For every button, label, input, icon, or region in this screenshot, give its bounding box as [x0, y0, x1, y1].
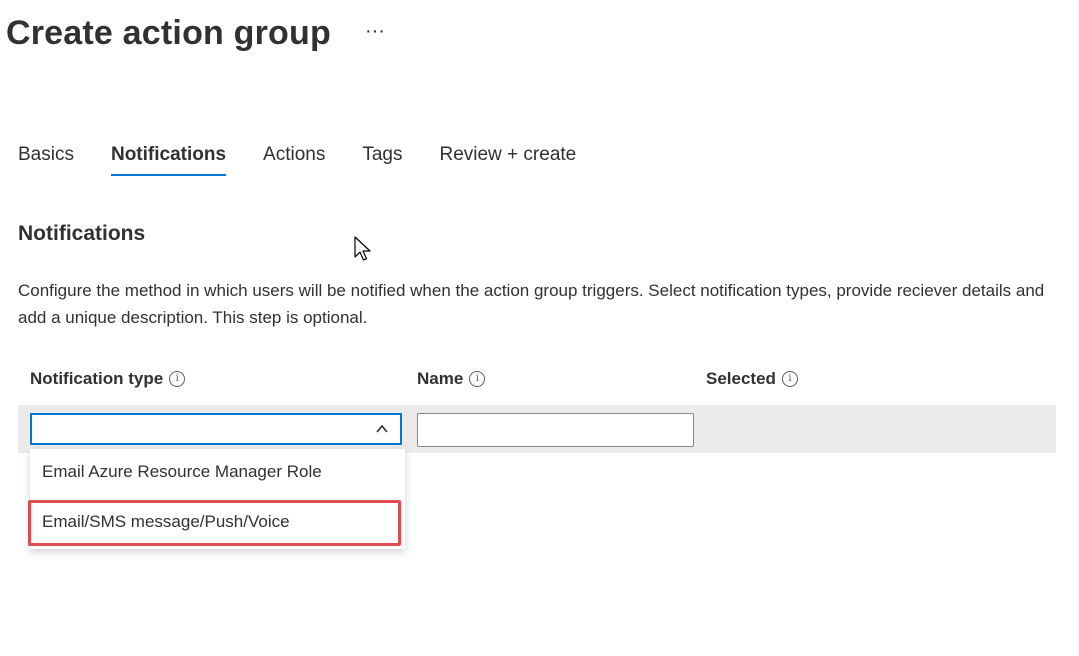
- column-header-name: Name i: [417, 369, 486, 389]
- column-header-notification-type: Notification type i: [30, 369, 186, 389]
- section-description: Configure the method in which users will…: [18, 281, 1045, 327]
- more-options-button[interactable]: ···: [365, 21, 385, 47]
- info-icon[interactable]: i: [469, 371, 486, 387]
- create-action-group-page: Create action group ··· Basics Notificat…: [0, 0, 1079, 656]
- mouse-pointer-icon: [354, 236, 371, 261]
- info-icon[interactable]: i: [169, 371, 186, 387]
- column-header-label: Selected: [706, 369, 776, 388]
- dropdown-option-email-arm-role[interactable]: Email Azure Resource Manager Role: [30, 449, 405, 495]
- page-title: Create action group: [6, 14, 331, 52]
- info-icon[interactable]: i: [781, 371, 798, 387]
- tab-basics[interactable]: Basics: [18, 144, 74, 176]
- notification-type-select[interactable]: [30, 413, 402, 445]
- section-title: Notifications: [18, 222, 146, 245]
- header: Create action group ···: [6, 14, 385, 53]
- chevron-up-icon: [376, 424, 388, 433]
- dropdown-option-email-sms-push-voice[interactable]: Email/SMS message/Push/Voice: [30, 499, 405, 545]
- tab-tags[interactable]: Tags: [362, 144, 402, 176]
- column-header-selected: Selected i: [706, 369, 798, 389]
- tab-review-create[interactable]: Review + create: [439, 144, 576, 176]
- notification-type-dropdown-list: Email Azure Resource Manager Role Email/…: [30, 449, 405, 549]
- column-header-label: Notification type: [30, 369, 164, 388]
- tab-actions[interactable]: Actions: [263, 144, 325, 176]
- wizard-tabs: Basics Notifications Actions Tags Review…: [18, 144, 613, 176]
- column-header-label: Name: [417, 369, 464, 388]
- name-input[interactable]: [417, 413, 694, 447]
- tab-notifications[interactable]: Notifications: [110, 144, 227, 176]
